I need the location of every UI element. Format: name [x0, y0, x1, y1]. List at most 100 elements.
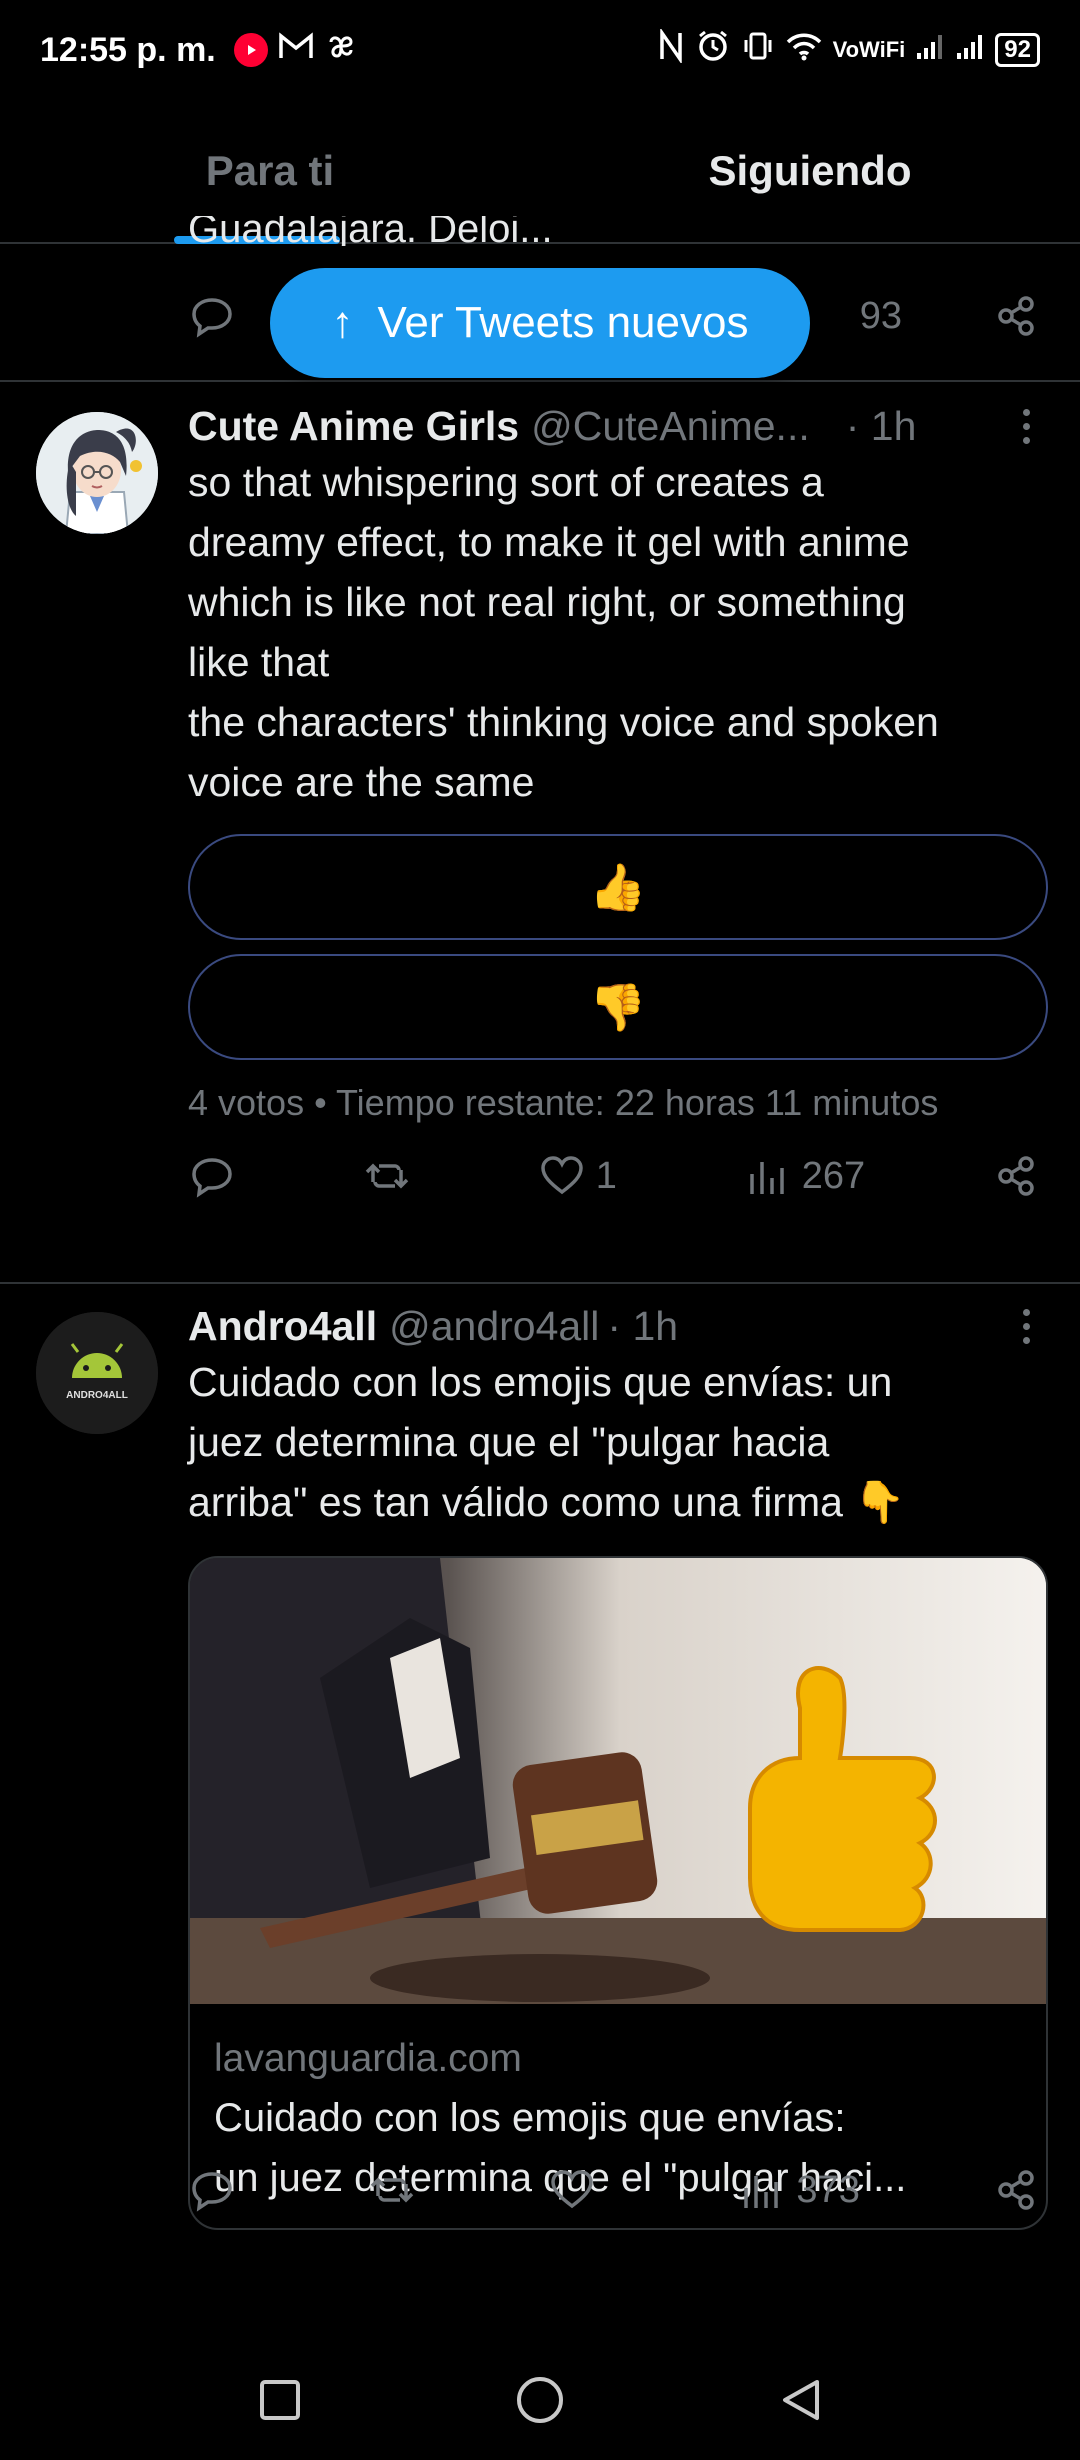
home-button[interactable]	[510, 2370, 570, 2430]
share-button[interactable]	[992, 1152, 1040, 1200]
heart-icon	[540, 1156, 583, 1195]
poll-option-thumbs-down[interactable]: 👎	[188, 954, 1048, 1060]
tweet-cute-anime-girls[interactable]: Cute Anime Girls @CuteAnime... · 1h so t…	[0, 382, 1080, 1282]
retweet-icon	[365, 1163, 409, 1189]
retweet-button[interactable]	[363, 1152, 411, 1200]
tweet-text-line: arriba" es tan válido como una firma 👇	[188, 1479, 906, 1525]
pinwheel-notification-icon	[324, 29, 358, 72]
avatar[interactable]: ANDRO4ALL	[36, 1312, 158, 1434]
tweet-time: · 1h	[607, 1302, 679, 1349]
tweet-text-line: juez determina que el "pulgar hacia	[188, 1419, 830, 1465]
link-card[interactable]: lavanguardia.com Cuidado con los emojis …	[188, 1556, 1048, 2230]
status-bar-left: 12:55 p. m.	[40, 29, 358, 72]
tweet-andro4all[interactable]: ANDRO4ALL Andro4all @andro4all · 1h Cuid…	[0, 1284, 1080, 2340]
reply-icon	[192, 2172, 232, 2212]
battery-indicator: 92	[995, 33, 1040, 67]
more-options-icon[interactable]	[1006, 1308, 1046, 1344]
share-icon	[998, 296, 1034, 336]
tweet-text: so that whispering sort of creates a dre…	[188, 452, 1046, 812]
share-button[interactable]	[992, 292, 1040, 340]
tweet-text-line: which is like not real right, or somethi…	[188, 579, 906, 625]
tweet-actions: 373	[188, 2166, 1040, 2214]
gmail-notification-icon	[278, 31, 314, 70]
wifi-icon	[785, 30, 823, 71]
tweet-text-line: so that whispering sort of creates a	[188, 459, 824, 505]
like-button[interactable]: 1	[538, 1152, 617, 1200]
square-icon	[260, 2380, 300, 2420]
status-bar: 12:55 p. m. VoWiFi 92	[0, 0, 1080, 100]
views-chart-icon	[749, 1162, 784, 1194]
youtube-notification-icon	[233, 33, 268, 67]
circle-icon	[517, 2377, 563, 2423]
tab-para-ti-label: Para ti	[205, 147, 335, 194]
back-button[interactable]	[770, 2370, 830, 2430]
reply-button[interactable]	[188, 1152, 236, 1200]
author-name[interactable]: Andro4all	[188, 1303, 377, 1350]
tweet-text-line: voice are the same	[188, 759, 535, 805]
vibrate-icon	[741, 29, 775, 72]
partial-tweet-text: Guadalajara. Deloi...	[188, 216, 553, 246]
reply-button[interactable]	[188, 292, 236, 340]
more-options-icon[interactable]	[1006, 408, 1046, 444]
author-name[interactable]: Cute Anime Girls	[188, 403, 519, 450]
vowifi-label: VoWiFi	[832, 37, 906, 62]
share-button[interactable]	[992, 2166, 1040, 2214]
poll-option-thumbs-up[interactable]: 👍	[188, 834, 1048, 940]
tweet-text-line: like that	[188, 639, 330, 685]
like-button[interactable]	[548, 2166, 606, 2214]
avatar[interactable]	[36, 412, 158, 534]
tab-siguiendo-label: Siguiendo	[708, 147, 912, 194]
tweet-body: Cute Anime Girls @CuteAnime... · 1h so t…	[188, 396, 1048, 1124]
arrow-up-icon: ↑	[331, 298, 354, 347]
heart-icon	[551, 2170, 594, 2209]
views-count[interactable]: 93	[860, 295, 902, 338]
tweet-text-line: the characters' thinking voice and spoke…	[188, 699, 939, 745]
tweet-header: Andro4all @andro4all · 1h	[188, 1296, 1046, 1356]
tweet-text-line: Cuidado con los emojis que envías: un	[188, 1359, 893, 1405]
views-button[interactable]: 373	[738, 2166, 860, 2214]
triangle-back-icon	[783, 2380, 819, 2420]
views-button[interactable]: 267	[744, 1152, 865, 1200]
author-handle[interactable]: @andro4all	[389, 1303, 599, 1350]
android-logo-icon: ANDRO4ALL	[36, 1312, 158, 1434]
author-handle[interactable]: @CuteAnime...	[531, 403, 810, 450]
tweet-time: · 1h	[845, 402, 917, 449]
retweet-button[interactable]	[368, 2166, 416, 2214]
nfc-icon	[657, 26, 685, 72]
poll-meta: 4 votos • Tiempo restante: 22 horas 11 m…	[188, 1082, 939, 1123]
thumbs-down-icon: 👎	[589, 980, 647, 1033]
tweet-text: Cuidado con los emojis que envías: un ju…	[188, 1352, 1046, 1532]
status-bar-right: VoWiFi 92	[657, 26, 1040, 73]
judge-gavel-thumbs-up-image	[190, 1558, 1046, 2004]
svg-text:ANDRO4ALL: ANDRO4ALL	[66, 1390, 128, 1401]
tweet-text-line: dreamy effect, to make it gel with anime	[188, 519, 910, 565]
like-count: 1	[595, 1154, 617, 1197]
signal-icon-2	[955, 31, 985, 70]
tab-siguiendo[interactable]: Siguiendo	[540, 100, 1080, 242]
status-time: 12:55 p. m.	[40, 30, 216, 69]
reply-button[interactable]	[188, 2166, 236, 2214]
signal-icon-1	[915, 31, 945, 70]
poll: 👍 👎 4 votos • Tiempo restante: 22 horas …	[188, 834, 1048, 1124]
views-chart-icon	[744, 2176, 779, 2208]
link-card-domain: lavanguardia.com	[214, 2037, 522, 2080]
thumbs-up-icon: 👍	[589, 860, 647, 913]
system-navigation-bar	[0, 2340, 1080, 2460]
views-count: 373	[796, 2168, 860, 2211]
anime-girl-avatar-icon	[36, 412, 158, 534]
alarm-icon	[695, 28, 731, 73]
tweet-body: Andro4all @andro4all · 1h Cuidado con lo…	[188, 1296, 1048, 2230]
share-icon	[998, 2170, 1034, 2210]
reply-icon	[192, 1158, 232, 1198]
views-count-value: 93	[859, 294, 902, 337]
retweet-icon	[370, 2177, 414, 2203]
tweet-header: Cute Anime Girls @CuteAnime... · 1h	[188, 396, 1046, 456]
link-card-image	[190, 1558, 1046, 2004]
reply-icon	[192, 298, 232, 338]
share-icon	[998, 1156, 1034, 1196]
link-card-title-line: Cuidado con los emojis que envías:	[214, 2096, 846, 2140]
views-count: 267	[801, 1154, 866, 1197]
new-tweets-button[interactable]: ↑ Ver Tweets nuevos	[270, 268, 810, 378]
tweet-actions: 1 267	[188, 1152, 1040, 1200]
recents-button[interactable]	[250, 2370, 310, 2430]
